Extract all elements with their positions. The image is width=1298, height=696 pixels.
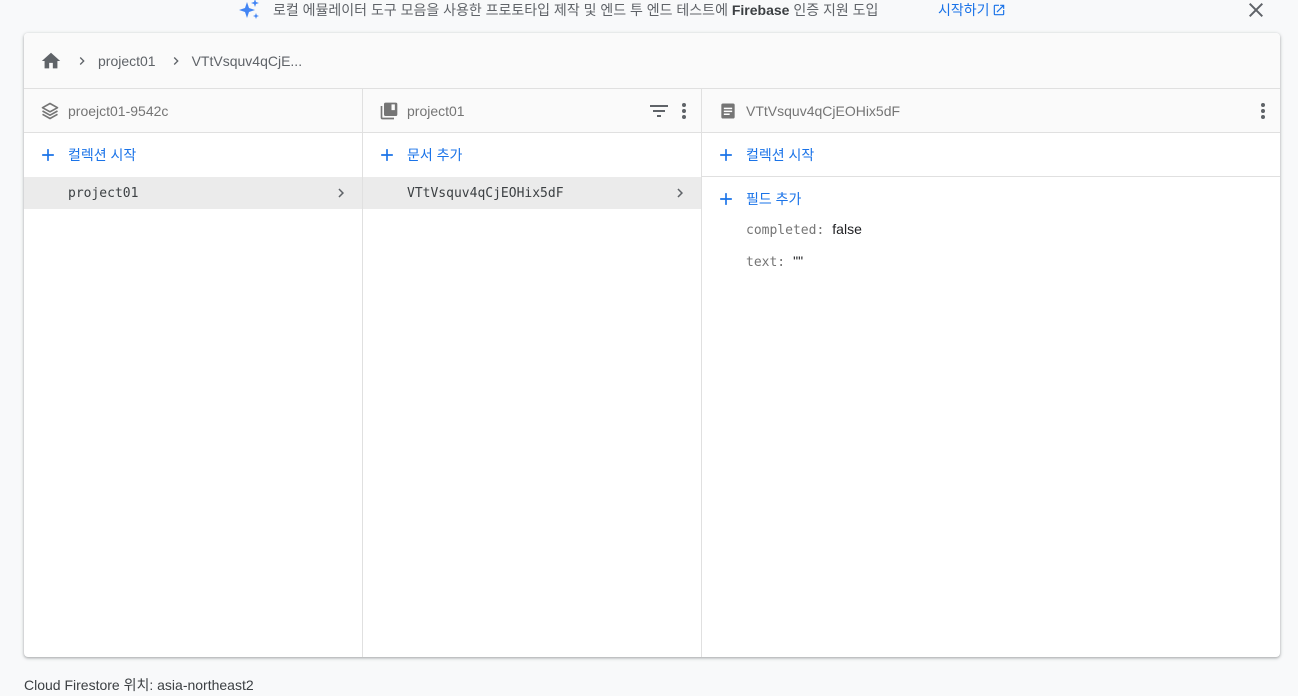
add-field-button[interactable]: 필드 추가 [702, 177, 1280, 221]
chevron-right-icon [671, 184, 689, 202]
list-item-collection[interactable]: project01 [24, 177, 362, 209]
column-header: proejct01-9542c [24, 89, 362, 133]
list-item-document[interactable]: VTtVsquv4qCjEOHix5dF [363, 177, 701, 209]
document-column: VTtVsquv4qCjEOHix5dF 컬렉션 시작 필드 추가 comple… [702, 89, 1280, 657]
close-icon[interactable] [1244, 0, 1268, 22]
sparkle-icon [236, 0, 262, 23]
start-collection-label[interactable]: 컬렉션 시작 [68, 145, 136, 165]
start-subcollection-label[interactable]: 컬렉션 시작 [746, 145, 814, 165]
breadcrumb-item-document[interactable]: VTtVsquv4qCjE... [192, 53, 303, 69]
column-title: proejct01-9542c [68, 102, 169, 119]
column-header: project01 [363, 89, 701, 133]
more-vert-icon[interactable] [677, 99, 691, 123]
collection-column: project01 문서 추가 VTtVsquv4qCjEOHix5dF [363, 89, 702, 657]
plus-icon [38, 145, 58, 165]
column-title: VTtVsquv4qCjEOHix5dF [746, 102, 901, 119]
data-columns: proejct01-9542c 컬렉션 시작 project01 project… [24, 89, 1280, 657]
plus-icon [377, 145, 397, 165]
start-collection-button[interactable]: 컬렉션 시작 [24, 133, 362, 177]
announcement-banner: 로컬 에뮬레이터 도구 모음을 사용한 프로토타입 제작 및 엔드 투 엔드 테… [0, 0, 1298, 22]
home-icon[interactable] [40, 50, 62, 72]
plus-icon [716, 189, 736, 209]
chevron-right-icon [74, 53, 90, 69]
field-value: "" [793, 253, 804, 269]
get-started-label[interactable]: 시작하기 [938, 0, 990, 20]
more-vert-icon[interactable] [1256, 99, 1270, 123]
filter-icon[interactable] [647, 99, 671, 123]
list-item-label[interactable]: project01 [68, 186, 138, 201]
root-column: proejct01-9542c 컬렉션 시작 project01 [24, 89, 363, 657]
document-icon [718, 101, 738, 121]
chevron-right-icon [168, 53, 184, 69]
add-document-label[interactable]: 문서 추가 [407, 145, 462, 165]
plus-icon [716, 145, 736, 165]
external-link-icon [992, 3, 1006, 17]
field-key: completed: [746, 223, 825, 238]
add-field-label[interactable]: 필드 추가 [746, 189, 801, 209]
get-started-link[interactable]: 시작하기 [938, 0, 1006, 20]
list-item-label[interactable]: VTtVsquv4qCjEOHix5dF [407, 186, 564, 201]
column-header: VTtVsquv4qCjEOHix5dF [702, 89, 1280, 133]
field-key: text: [746, 255, 786, 270]
field-row-completed[interactable]: completed: false [702, 221, 1280, 253]
add-document-button[interactable]: 문서 추가 [363, 133, 701, 177]
firestore-data-panel: project01 VTtVsquv4qCjE... proejct01-954… [24, 33, 1280, 657]
column-title: project01 [407, 102, 465, 119]
chevron-right-icon [332, 184, 350, 202]
banner-message: 로컬 에뮬레이터 도구 모음을 사용한 프로토타입 제작 및 엔드 투 엔드 테… [273, 2, 879, 18]
firestore-location: Cloud Firestore 위치: asia-northeast2 [24, 677, 254, 693]
database-stack-icon [40, 101, 60, 121]
field-value: false [832, 221, 862, 237]
collection-icon [379, 101, 399, 121]
start-subcollection-button[interactable]: 컬렉션 시작 [702, 133, 1280, 177]
breadcrumb: project01 VTtVsquv4qCjE... [24, 33, 1280, 89]
field-row-text[interactable]: text: "" [702, 253, 1280, 285]
breadcrumb-item-collection[interactable]: project01 [98, 53, 156, 69]
